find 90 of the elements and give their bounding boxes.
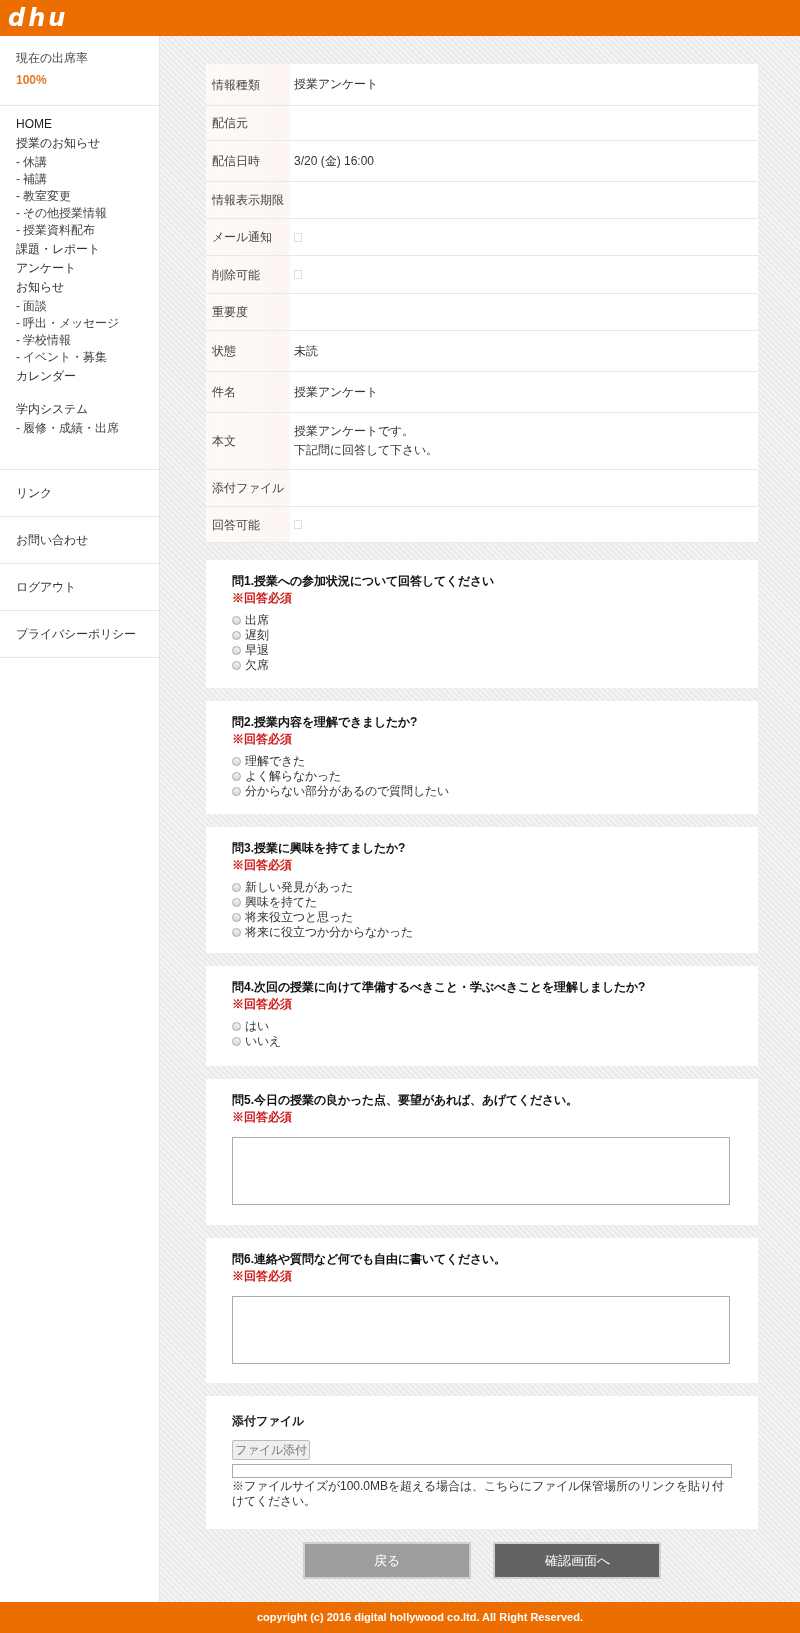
nav-sub-link[interactable]: - 面談 xyxy=(16,298,48,314)
radio-button[interactable] xyxy=(232,646,241,655)
copyright-text: copyright (c) 2016 digital hollywood co.ltd. All Right Reserved. xyxy=(257,1610,583,1626)
field-value: 未読 xyxy=(294,343,319,359)
nav-sub-link[interactable]: - 教室変更 xyxy=(16,188,72,204)
field-label: 添付ファイル xyxy=(212,480,284,497)
option-label: 将来役立つと思った xyxy=(245,910,353,925)
required-note: ※回答必須 xyxy=(232,1110,293,1125)
file-size-note: ※ファイルサイズが100.0MBを超える場合は、こちらにファイル保管場所のリンクを貼り付けてください。 xyxy=(232,1479,726,1509)
option-label: よく解らなかった xyxy=(245,769,341,784)
field-value: 授業アンケート xyxy=(294,77,379,92)
link-input-field[interactable] xyxy=(232,1464,732,1478)
question-title: 問4.次回の授業に向けて準備するべきこと・学ぶべきことを理解しましたか? xyxy=(232,980,647,995)
radio-button[interactable] xyxy=(232,1022,241,1031)
checkbox[interactable] xyxy=(294,270,302,279)
field-value: 授業アンケートです。 xyxy=(294,424,415,439)
field-label: 配信元 xyxy=(212,115,248,132)
radio-button[interactable] xyxy=(232,661,241,670)
confirm-button[interactable]: 確認画面へ xyxy=(493,1542,661,1579)
sidebar-link[interactable]: プライバシーポリシー xyxy=(16,625,136,643)
radio-button[interactable] xyxy=(232,787,241,796)
field-label: 状態 xyxy=(212,343,236,360)
option-label: はい xyxy=(245,1019,269,1034)
option-label: 興味を持てた xyxy=(245,895,317,910)
nav-sub-link[interactable]: - 学校情報 xyxy=(16,332,72,348)
required-note: ※回答必須 xyxy=(232,997,293,1012)
sidebar-link[interactable]: リンク xyxy=(16,484,52,502)
field-label: 情報種類 xyxy=(212,76,260,94)
option-label: 理解できた xyxy=(245,754,305,769)
radio-button[interactable] xyxy=(232,772,241,781)
field-label: 件名 xyxy=(212,384,236,401)
nav-sub-link[interactable]: - イベント・募集 xyxy=(16,349,108,365)
field-value: 3/20 (金) 16:00 xyxy=(294,153,376,169)
nav-link[interactable]: 授業のお知らせ xyxy=(16,135,100,151)
field-label: 配信日時 xyxy=(212,153,260,170)
nav-sub-link[interactable]: - 履修・成績・出席 xyxy=(16,420,120,436)
option-label: 新しい発見があった xyxy=(245,880,353,895)
required-note: ※回答必須 xyxy=(232,1269,293,1284)
answer-box[interactable] xyxy=(232,1296,730,1364)
nav-sub-link[interactable]: - 呼出・メッセージ xyxy=(16,315,120,331)
nav-link[interactable]: カレンダー xyxy=(16,368,76,384)
nav-link[interactable]: 課題・レポート xyxy=(16,241,100,257)
nav-sub-link[interactable]: - 補講 xyxy=(16,171,48,187)
radio-button[interactable] xyxy=(232,631,241,640)
option-label: いいえ xyxy=(245,1034,281,1049)
field-value: 下記問に回答して下さい。 xyxy=(294,443,439,458)
field-label: 削除可能 xyxy=(212,266,260,284)
nav-sub-link[interactable]: - 休講 xyxy=(16,154,48,170)
option-label: 早退 xyxy=(245,643,269,658)
option-label: 遅刻 xyxy=(245,628,269,643)
field-value: 授業アンケート xyxy=(294,384,379,400)
field-label: 本文 xyxy=(212,433,236,450)
radio-button[interactable] xyxy=(232,928,241,937)
field-label: 情報表示期限 xyxy=(212,192,284,209)
nav-sub-link[interactable]: - その他授業情報 xyxy=(16,205,108,221)
option-label: 欠席 xyxy=(245,658,269,673)
nav-link[interactable]: お知らせ xyxy=(16,279,64,295)
option-label: 分からない部分があるので質問したい xyxy=(245,784,449,799)
required-note: ※回答必須 xyxy=(232,732,293,747)
radio-button[interactable] xyxy=(232,883,241,892)
question-title: 問2.授業内容を理解できましたか? xyxy=(232,715,419,730)
question-title: 問3.授業に興味を持てましたか? xyxy=(232,841,407,856)
answer-box[interactable] xyxy=(232,1137,730,1205)
attendance-rate: 100% xyxy=(16,72,48,89)
attachment-title: 添付ファイル xyxy=(232,1413,304,1430)
checkbox[interactable] xyxy=(294,232,302,242)
required-note: ※回答必須 xyxy=(232,591,293,606)
sidebar-link[interactable]: お問い合わせ xyxy=(16,531,88,549)
radio-button[interactable] xyxy=(232,757,241,766)
question-title: 問5.今日の授業の良かった点、要望があれば、あげてください。 xyxy=(232,1093,579,1108)
required-note: ※回答必須 xyxy=(232,858,293,873)
option-label: 将来に役立つか分からなかった xyxy=(245,925,413,940)
attendance-label: 現在の出席率 xyxy=(16,50,89,67)
field-label: 回答可能 xyxy=(212,516,260,534)
question-title: 問1.授業への参加状況について回答してください xyxy=(232,574,495,589)
option-label: 出席 xyxy=(245,613,269,628)
checkbox[interactable] xyxy=(294,520,302,529)
radio-button[interactable] xyxy=(232,898,241,907)
radio-button[interactable] xyxy=(232,913,241,922)
nav-link[interactable]: HOME xyxy=(16,116,52,132)
nav-link[interactable]: 学内システム xyxy=(16,401,88,417)
sidebar-link[interactable]: ログアウト xyxy=(16,578,76,596)
field-label: 重要度 xyxy=(212,304,248,321)
radio-button[interactable] xyxy=(232,616,241,625)
nav-sub-link[interactable]: - 授業資料配布 xyxy=(16,222,96,238)
file-attach-button[interactable]: ファイル添付 xyxy=(232,1440,310,1460)
nav-link[interactable]: アンケート xyxy=(16,260,76,276)
radio-button[interactable] xyxy=(232,1037,241,1046)
question-title: 問6.連絡や質問など何でも自由に書いてください。 xyxy=(232,1252,507,1267)
field-label: メール通知 xyxy=(212,229,272,246)
